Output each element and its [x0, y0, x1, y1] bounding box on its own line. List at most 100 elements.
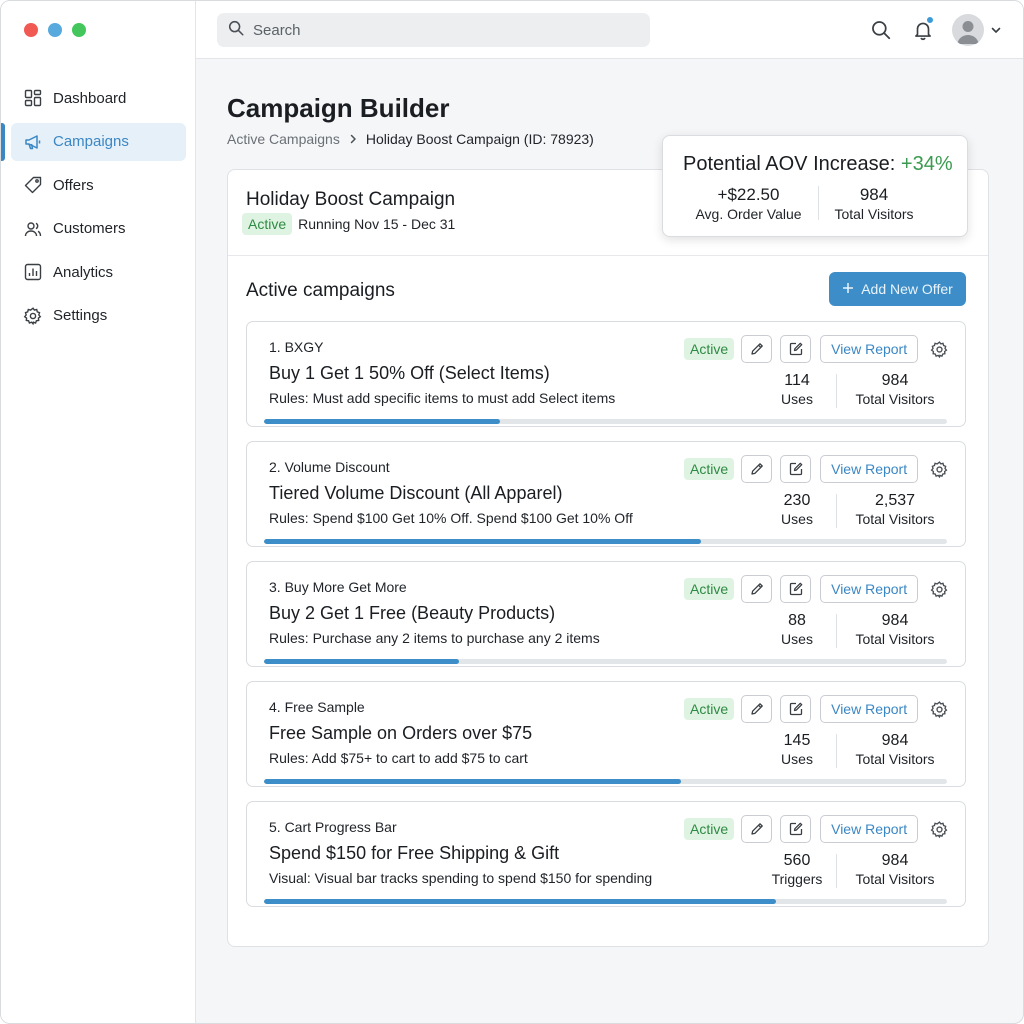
offer-metric-value: 560 [783, 852, 811, 869]
campaign-status-row: Active Running Nov 15 - Dec 31 [242, 213, 455, 235]
edit-details-button[interactable] [780, 575, 812, 603]
edit-pencil-button[interactable] [741, 815, 773, 843]
breadcrumb-current: Holiday Boost Campaign (ID: 78923) [365, 131, 594, 147]
aov-visitors-label: Total Visitors [834, 206, 914, 222]
sidebar-item-dashboard[interactable]: Dashboard [11, 79, 186, 117]
bell-icon[interactable] [911, 16, 935, 42]
sidebar-item-customers[interactable]: Customers [11, 210, 186, 248]
view-report-button[interactable]: View Report [820, 695, 919, 723]
offer-visitors-value: 984 [881, 732, 909, 749]
offer-rules: Visual: Visual bar tracks spending to sp… [269, 870, 653, 886]
users-icon [23, 219, 43, 239]
stat-divider [836, 734, 837, 768]
edit-pencil-button[interactable] [741, 575, 773, 603]
offer-visitors-stat: 984 Total Visitors [845, 732, 945, 767]
top-bar [196, 1, 1023, 59]
offer-card: 5. Cart Progress Bar Spend $150 for Free… [246, 801, 966, 907]
offer-metric-stat: 230 Uses [749, 492, 845, 527]
sidebar: Dashboard Campaigns Offers Customers Ana… [1, 1, 196, 1023]
sidebar-item-label: Settings [53, 307, 108, 324]
offer-rules: Rules: Must add specific items to must a… [269, 390, 616, 406]
search-box[interactable] [217, 13, 650, 47]
offer-metric-label: Uses [781, 511, 813, 527]
offer-type: 1. BXGY [269, 339, 324, 355]
search-icon [227, 19, 245, 42]
offer-metric-value: 145 [783, 732, 811, 749]
avatar[interactable] [952, 14, 984, 46]
view-report-button[interactable]: View Report [820, 455, 919, 483]
offer-visitors-stat: 984 Total Visitors [845, 612, 945, 647]
tag-icon [23, 175, 43, 195]
offer-progress-fill [264, 539, 702, 544]
edit-square-icon [789, 582, 802, 596]
chevron-down-icon[interactable] [988, 18, 1004, 42]
close-window-button[interactable] [24, 23, 38, 37]
offer-type: 2. Volume Discount [269, 459, 390, 475]
offer-visitors-stat: 2,537 Total Visitors [845, 492, 945, 527]
stat-divider [836, 374, 837, 408]
offer-metric-stat: 145 Uses [749, 732, 845, 767]
aov-avg-value: +$22.50 [717, 185, 780, 204]
offer-metric-label: Triggers [771, 871, 823, 887]
edit-details-button[interactable] [780, 335, 812, 363]
offer-settings-button[interactable] [928, 578, 950, 600]
pencil-icon [750, 703, 763, 715]
offer-settings-button[interactable] [928, 698, 950, 720]
offer-progress-bar [264, 539, 947, 544]
offer-settings-button[interactable] [928, 338, 950, 360]
aov-avg-order-stat: +$22.50 Avg. Order Value [683, 185, 814, 222]
offer-title: Spend $150 for Free Shipping & Gift [269, 843, 560, 863]
sidebar-item-offers[interactable]: Offers [11, 166, 186, 204]
aov-title-label: Potential AOV Increase: [683, 153, 896, 175]
offer-progress-bar [264, 659, 947, 664]
offer-visitors-label: Total Visitors [855, 631, 935, 647]
search-icon[interactable] [869, 18, 893, 42]
offer-progress-fill [264, 779, 681, 784]
edit-square-icon [789, 342, 802, 356]
sidebar-item-campaigns[interactable]: Campaigns [1, 122, 186, 161]
edit-pencil-button[interactable] [741, 455, 773, 483]
offer-visitors-value: 984 [881, 852, 909, 869]
offer-card: 1. BXGY Buy 1 Get 1 50% Off (Select Item… [246, 321, 966, 427]
gear-icon [930, 340, 948, 358]
status-badge: Active [242, 213, 293, 235]
sidebar-item-analytics[interactable]: Analytics [11, 253, 186, 291]
bar-chart-icon [23, 262, 43, 282]
sidebar-item-label: Customers [53, 220, 126, 237]
search-input[interactable] [253, 21, 633, 39]
page-title: Campaign Builder [227, 93, 450, 123]
sidebar-item-settings[interactable]: Settings [11, 297, 186, 335]
offer-rules: Rules: Add $75+ to cart to add $75 to ca… [269, 750, 528, 766]
edit-details-button[interactable] [780, 815, 812, 843]
campaign-dates: Running Nov 15 - Dec 31 [298, 216, 456, 232]
offer-settings-button[interactable] [928, 818, 950, 840]
minimize-window-button[interactable] [48, 23, 62, 37]
view-report-button[interactable]: View Report [820, 815, 919, 843]
offer-settings-button[interactable] [928, 458, 950, 480]
view-report-button[interactable]: View Report [820, 335, 919, 363]
offer-metric-value: 114 [784, 372, 810, 389]
offer-card: 2. Volume Discount Tiered Volume Discoun… [246, 441, 966, 547]
offer-metric-stat: 88 Uses [749, 612, 845, 647]
offer-progress-bar [264, 899, 947, 904]
edit-details-button[interactable] [780, 455, 812, 483]
window-controls [24, 23, 86, 37]
edit-pencil-button[interactable] [741, 335, 773, 363]
sidebar-item-label: Analytics [53, 263, 114, 281]
breadcrumb-parent-link[interactable]: Active Campaigns [227, 131, 340, 147]
offer-actions: Active View Report [684, 695, 950, 723]
offer-visitors-value: 984 [881, 612, 909, 629]
edit-details-button[interactable] [780, 695, 812, 723]
add-new-offer-label: Add New Offer [861, 281, 953, 297]
status-badge: Active [684, 698, 735, 720]
offer-metric-value: 88 [788, 612, 806, 629]
offer-title: Tiered Volume Discount (All Apparel) [269, 483, 563, 503]
view-report-button[interactable]: View Report [820, 575, 919, 603]
offer-type: 4. Free Sample [269, 699, 365, 715]
add-new-offer-button[interactable]: Add New Offer [829, 272, 966, 306]
offer-visitors-label: Total Visitors [855, 751, 935, 767]
sidebar-nav: Dashboard Campaigns Offers Customers Ana… [1, 79, 196, 340]
edit-pencil-button[interactable] [741, 695, 773, 723]
maximize-window-button[interactable] [72, 23, 86, 37]
offer-visitors-label: Total Visitors [855, 871, 935, 887]
